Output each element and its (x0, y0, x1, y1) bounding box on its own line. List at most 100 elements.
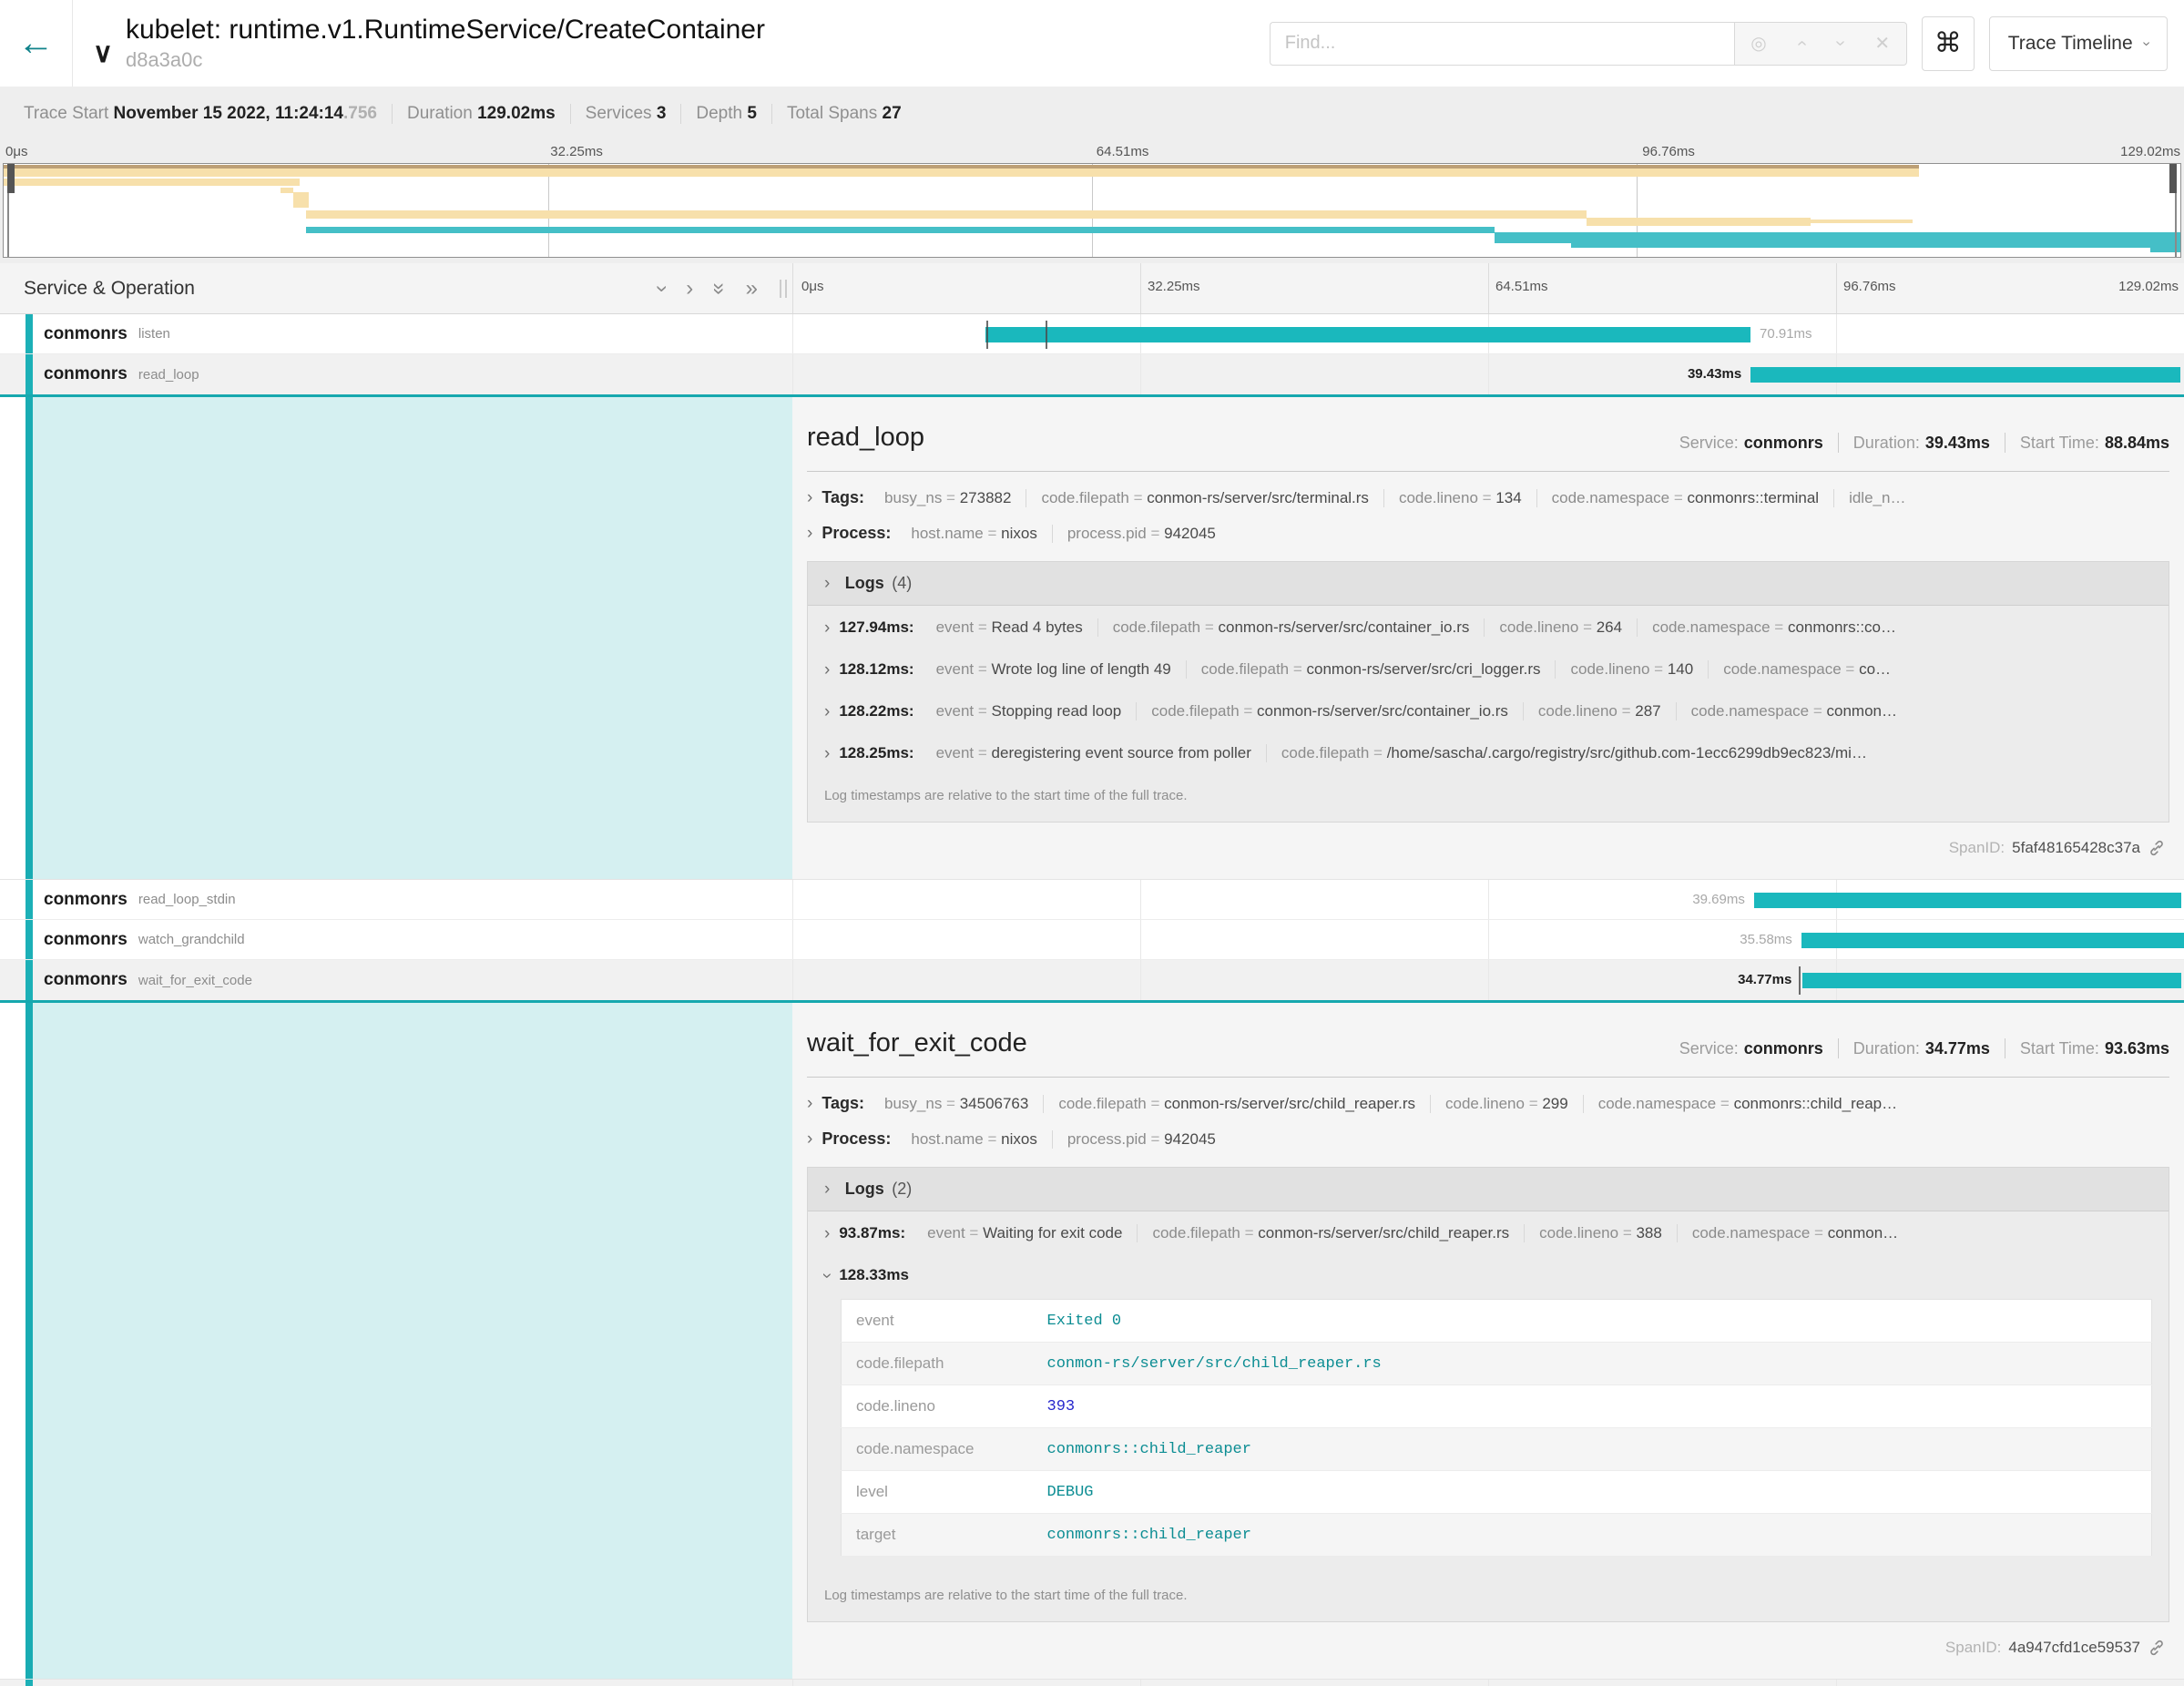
minimap-left-scrubber[interactable] (7, 164, 9, 257)
span-track[interactable]: 35.58ms (792, 920, 2184, 959)
detail-title: wait_for_exit_code (807, 1028, 1027, 1058)
span-accent (26, 1680, 33, 1686)
column-resizer[interactable] (780, 280, 787, 298)
tag-pair: busy_ns34506763 (870, 1095, 1044, 1113)
stat-total-spans: Total Spans 27 (772, 104, 916, 124)
span-row-read-loop-stdin[interactable]: conmonrs read_loop_stdin 39.69ms (0, 880, 2184, 920)
span-rows: conmonrs listen 70.91ms conmonrs read_lo… (0, 314, 2184, 1686)
table-row: target conmonrs::child_reaper (842, 1514, 2152, 1557)
trace-view-select[interactable]: Trace Timeline › (1989, 16, 2168, 71)
span-row-read-loop[interactable]: conmonrs read_loop 39.43ms (0, 354, 2184, 397)
minimap-right-scrubber[interactable] (2175, 164, 2177, 257)
logs-footer-note: Log timestamps are relative to the start… (808, 773, 2169, 822)
link-icon[interactable] (2148, 839, 2166, 857)
chevron-down-icon: › (824, 574, 830, 593)
span-accent (26, 314, 33, 353)
span-id-row: SpanID: 4a947cfd1ce59537 (811, 1639, 2166, 1657)
span-bar[interactable] (985, 327, 1750, 342)
span-bar[interactable] (1754, 893, 2181, 908)
trace-minimap: 0μs 32.25ms 64.51ms 96.76ms 129.02ms (0, 141, 2184, 263)
logs-footer-note: Log timestamps are relative to the start… (808, 1573, 2169, 1621)
log-entry[interactable]: › 93.87ms: eventWaiting for exit code co… (808, 1211, 2169, 1253)
span-accent (26, 920, 33, 959)
tag-pair: code.namespaceconmonrs::child_reap… (1584, 1095, 1912, 1113)
find-prev-icon[interactable]: › (1791, 40, 1812, 46)
expand-all-icon[interactable]: » (746, 278, 758, 300)
trace-title: kubelet: runtime.v1.RuntimeService/Creat… (126, 15, 765, 46)
span-detail-panel: read_loop Service:conmonrs Duration:39.4… (792, 397, 2184, 879)
span-bar[interactable] (1802, 973, 2181, 988)
chevron-right-icon: › (824, 745, 830, 762)
span-track[interactable]: 34.77ms (792, 960, 2184, 1000)
chevron-right-icon: › (824, 661, 830, 679)
span-row-watch-grandchild[interactable]: conmonrs watch_grandchild 35.58ms (0, 920, 2184, 960)
link-icon[interactable] (2148, 1639, 2166, 1657)
trace-view-label: Trace Timeline (2008, 33, 2133, 55)
keyboard-shortcuts-button[interactable]: ⌘ (1922, 16, 1975, 71)
back-button[interactable]: ← (0, 0, 73, 87)
command-icon: ⌘ (1934, 28, 1962, 58)
log-marker (986, 321, 988, 349)
find-clear-icon[interactable]: ✕ (1874, 32, 1890, 55)
stat-services: Services 3 (571, 104, 682, 124)
log-entry[interactable]: › 128.22ms: eventStopping read loop code… (808, 690, 2169, 731)
chevron-right-icon: › (824, 1225, 830, 1242)
chevron-right-icon: › (824, 703, 830, 720)
expand-one-icon[interactable]: › (686, 278, 693, 300)
logs-header[interactable]: › Logs (4) (808, 562, 2169, 606)
span-bar[interactable] (1750, 367, 2180, 383)
span-row-listen[interactable]: conmonrs listen 70.91ms (0, 314, 2184, 354)
span-detail-read-loop: read_loop Service:conmonrs Duration:39.4… (0, 397, 2184, 880)
log-fields-table: event Exited 0 code.filepath conmon-rs/s… (841, 1299, 2152, 1557)
find-next-icon[interactable]: › (1829, 40, 1850, 46)
tag-pair: code.lineno134 (1384, 489, 1537, 507)
detail-title: read_loop (807, 423, 924, 453)
span-accent (26, 880, 33, 919)
tags-row[interactable]: › Tags: busy_ns273882 code.filepathconmo… (807, 488, 2169, 507)
span-service: conmonrs (44, 324, 128, 344)
process-pair: host.namenixos (896, 525, 1052, 543)
minimap-ruler: 0μs 32.25ms 64.51ms 96.76ms 129.02ms (0, 141, 2184, 163)
detail-gutter (0, 1003, 792, 1679)
stat-duration: Duration 129.02ms (393, 104, 571, 124)
span-row-write-exit-path[interactable]: conmonrs write_exit_path 303μs (0, 1680, 2184, 1686)
trace-collapse-chevron-icon[interactable]: ∨ (93, 37, 113, 69)
tags-row[interactable]: › Tags: busy_ns34506763 code.filepathcon… (807, 1094, 2169, 1113)
find-input[interactable] (1270, 22, 1734, 66)
process-row[interactable]: › Process: host.namenixos process.pid942… (807, 524, 2169, 543)
log-entry[interactable]: › 128.25ms: eventderegistering event sou… (808, 731, 2169, 773)
span-track[interactable]: 39.43ms (792, 354, 2184, 394)
locate-icon[interactable]: ◎ (1750, 32, 1766, 55)
collapse-all-icon[interactable]: » (709, 282, 730, 294)
back-arrow-icon: ← (18, 23, 55, 63)
span-duration: 34.77ms (1738, 972, 1791, 987)
minimap-span-segment (1571, 240, 2180, 248)
span-operation: watch_grandchild (138, 932, 245, 947)
detail-meta: Service:conmonrs Duration:34.77ms Start … (1679, 1038, 2169, 1058)
log-entry[interactable]: › 127.94ms: eventRead 4 bytes code.filep… (808, 606, 2169, 648)
chevron-right-icon: › (807, 489, 812, 506)
timeline-ruler: 0μs 32.25ms 64.51ms 96.76ms 129.02ms (792, 263, 2184, 313)
minimap-canvas[interactable] (3, 163, 2181, 258)
minimap-span-segment (4, 179, 300, 186)
logs-header[interactable]: › Logs (2) (808, 1168, 2169, 1211)
top-bar: ← ∨ kubelet: runtime.v1.RuntimeService/C… (0, 0, 2184, 87)
log-marker (1046, 321, 1047, 349)
chevron-down-icon: › (824, 1180, 830, 1199)
process-row[interactable]: › Process: host.namenixos process.pid942… (807, 1129, 2169, 1149)
collapse-one-icon[interactable]: › (651, 285, 673, 292)
chevron-right-icon: › (824, 619, 830, 637)
log-entry-expanded[interactable]: › 128.33ms (808, 1253, 2169, 1295)
trace-id: d8a3a0c (126, 48, 765, 72)
minimap-span-segment (1587, 218, 1811, 226)
minimap-span-segment (306, 210, 1586, 219)
log-entry[interactable]: › 128.12ms: eventWrote log line of lengt… (808, 648, 2169, 690)
span-bar[interactable] (1801, 933, 2184, 948)
span-id-row: SpanID: 5faf48165428c37a (811, 839, 2166, 857)
process-pair: host.namenixos (896, 1130, 1052, 1149)
span-track[interactable]: 39.69ms (792, 880, 2184, 919)
span-track[interactable]: 303μs (792, 1680, 2184, 1686)
span-row-wait-for-exit-code[interactable]: conmonrs wait_for_exit_code 34.77ms (0, 960, 2184, 1003)
span-track[interactable]: 70.91ms (792, 314, 2184, 353)
tag-pair: busy_ns273882 (870, 489, 1026, 507)
